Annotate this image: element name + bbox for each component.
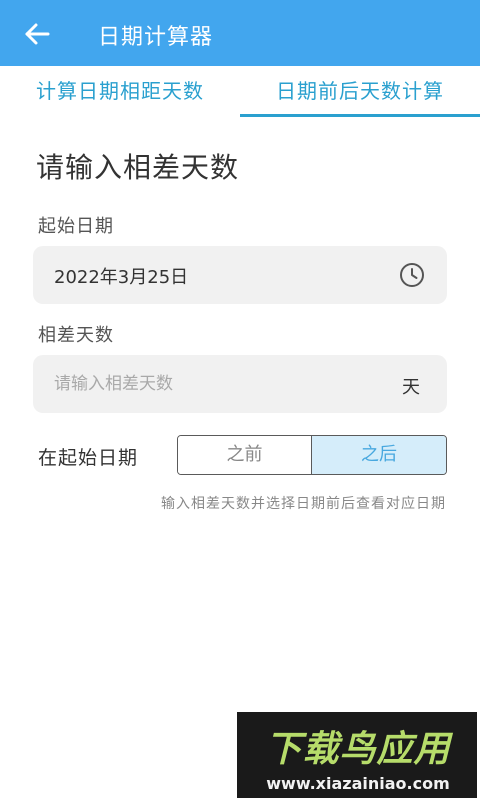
active-tab-indicator <box>240 114 480 117</box>
back-button[interactable] <box>18 16 58 52</box>
app-bar: 日期计算器 <box>0 0 480 66</box>
start-date-label: 起始日期 <box>38 216 114 237</box>
watermark-brand: 下载鸟应用 <box>265 729 451 770</box>
day-difference-input[interactable] <box>54 368 374 400</box>
day-unit-label: 天 <box>402 377 420 398</box>
watermark-logo: 下载鸟应用 www.xiazainiao.com <box>237 712 477 798</box>
start-date-value: 2022年3月25日 <box>54 267 189 288</box>
day-difference-label: 相差天数 <box>38 325 114 346</box>
direction-toggle: 之前 之后 <box>177 435 447 475</box>
app-title: 日期计算器 <box>98 25 214 50</box>
form-heading: 请输入相差天数 <box>36 151 240 184</box>
tab-days-offset[interactable]: 日期前后天数计算 <box>240 66 480 118</box>
direction-label: 在起始日期 <box>38 447 139 469</box>
hint-text: 输入相差天数并选择日期前后查看对应日期 <box>161 496 446 512</box>
watermark-url: www.xiazainiao.com <box>266 774 450 793</box>
after-option[interactable]: 之后 <box>312 436 446 474</box>
start-date-field[interactable]: 2022年3月25日 <box>33 246 447 304</box>
clock-icon <box>400 263 424 287</box>
day-difference-field: 天 <box>33 355 447 413</box>
tab-bar: 计算日期相距天数 日期前后天数计算 <box>0 66 480 118</box>
arrow-left-icon <box>25 23 50 45</box>
before-option[interactable]: 之前 <box>178 436 312 474</box>
tab-date-difference[interactable]: 计算日期相距天数 <box>0 66 240 118</box>
